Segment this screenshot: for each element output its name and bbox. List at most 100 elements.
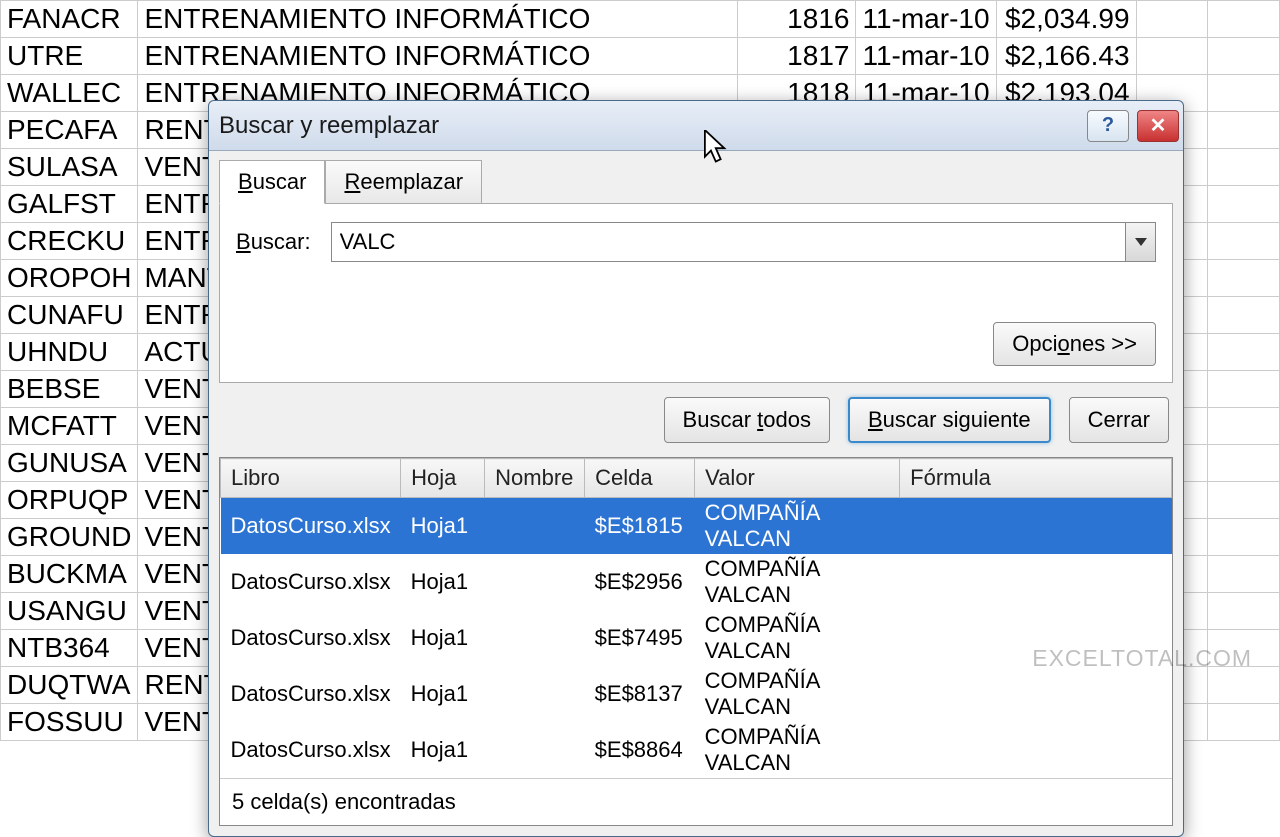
sheet-cell[interactable]: 1817	[738, 38, 856, 75]
col-sheet[interactable]: Hoja	[401, 459, 485, 498]
results-row[interactable]: DatosCurso.xlsxHoja1$E$8864COMPAÑÍA VALC…	[221, 722, 1172, 778]
results-cell: DatosCurso.xlsx	[221, 722, 401, 778]
sheet-cell[interactable]	[1208, 408, 1280, 445]
sheet-cell[interactable]	[1208, 371, 1280, 408]
results-cell: Hoja1	[401, 554, 485, 610]
results-cell: COMPAÑÍA VALCAN	[695, 498, 900, 555]
sheet-cell[interactable]: BEBSE	[1, 371, 138, 408]
results-cell: COMPAÑÍA VALCAN	[695, 666, 900, 722]
sheet-cell[interactable]: $2,166.43	[996, 38, 1136, 75]
search-label: Buscar:	[236, 229, 311, 255]
sheet-cell[interactable]	[1208, 297, 1280, 334]
sheet-cell[interactable]	[1136, 38, 1208, 75]
sheet-cell[interactable]	[1208, 1, 1280, 38]
sheet-cell[interactable]	[1208, 75, 1280, 112]
results-cell: $E$8864	[585, 722, 695, 778]
sheet-row[interactable]: UTREENTRENAMIENTO INFORMÁTICO181711-mar-…	[1, 38, 1280, 75]
sheet-cell[interactable]: GUNUSA	[1, 445, 138, 482]
sheet-cell[interactable]	[1208, 556, 1280, 593]
results-status: 5 celda(s) encontradas	[220, 778, 1172, 825]
sheet-cell[interactable]: FOSSUU	[1, 704, 138, 741]
close-button[interactable]: Cerrar	[1069, 397, 1169, 443]
sheet-cell[interactable]: ORPUQP	[1, 482, 138, 519]
sheet-cell[interactable]: NTB364	[1, 630, 138, 667]
results-cell	[485, 666, 585, 722]
tabs: Buscar Reemplazar	[219, 159, 1173, 203]
chevron-down-icon	[1135, 233, 1147, 251]
sheet-cell[interactable]	[1208, 704, 1280, 741]
results-cell: Hoja1	[401, 722, 485, 778]
sheet-cell[interactable]	[1208, 38, 1280, 75]
sheet-cell[interactable]	[1208, 667, 1280, 704]
sheet-cell[interactable]: 11-mar-10	[856, 38, 996, 75]
results-cell	[900, 666, 1172, 722]
col-cell[interactable]: Celda	[585, 459, 695, 498]
sheet-cell[interactable]: WALLEC	[1, 75, 138, 112]
close-window-button[interactable]: ✕	[1137, 110, 1179, 142]
sheet-cell[interactable]: CRECKU	[1, 223, 138, 260]
sheet-cell[interactable]: USANGU	[1, 593, 138, 630]
sheet-cell[interactable]: 11-mar-10	[856, 1, 996, 38]
results-cell: DatosCurso.xlsx	[221, 498, 401, 555]
results-row[interactable]: DatosCurso.xlsxHoja1$E$7495COMPAÑÍA VALC…	[221, 610, 1172, 666]
dialog-button-row: Buscar todos Buscar siguiente Cerrar	[219, 383, 1173, 457]
sheet-cell[interactable]	[1208, 519, 1280, 556]
sheet-cell[interactable]	[1208, 334, 1280, 371]
sheet-cell[interactable]: OROPOH	[1, 260, 138, 297]
sheet-cell[interactable]	[1208, 593, 1280, 630]
sheet-cell[interactable]: ENTRENAMIENTO INFORMÁTICO	[138, 1, 738, 38]
sheet-cell[interactable]: FANACR	[1, 1, 138, 38]
dialog-titlebar[interactable]: Buscar y reemplazar ? ✕	[209, 101, 1183, 151]
results-cell: DatosCurso.xlsx	[221, 666, 401, 722]
sheet-cell[interactable]: MCFATT	[1, 408, 138, 445]
tab-replace[interactable]: Reemplazar	[325, 160, 482, 204]
col-name[interactable]: Nombre	[485, 459, 585, 498]
sheet-cell[interactable]: UTRE	[1, 38, 138, 75]
results-cell: COMPAÑÍA VALCAN	[695, 554, 900, 610]
sheet-cell[interactable]: BUCKMA	[1, 556, 138, 593]
sheet-cell[interactable]: PECAFA	[1, 112, 138, 149]
results-cell	[900, 498, 1172, 555]
find-next-button[interactable]: Buscar siguiente	[848, 397, 1051, 443]
col-formula[interactable]: Fórmula	[900, 459, 1172, 498]
sheet-cell[interactable]: GROUND	[1, 519, 138, 556]
sheet-cell[interactable]: DUQTWA	[1, 667, 138, 704]
results-cell: $E$8137	[585, 666, 695, 722]
sheet-cell[interactable]: GALFST	[1, 186, 138, 223]
sheet-cell[interactable]: SULASA	[1, 149, 138, 186]
find-panel: Buscar: Opciones >>	[219, 203, 1173, 383]
results-row[interactable]: DatosCurso.xlsxHoja1$E$8137COMPAÑÍA VALC…	[221, 666, 1172, 722]
sheet-cell[interactable]: UHNDU	[1, 334, 138, 371]
sheet-cell[interactable]: CUNAFU	[1, 297, 138, 334]
results-cell	[900, 722, 1172, 778]
sheet-cell[interactable]	[1208, 223, 1280, 260]
search-dropdown-button[interactable]	[1125, 223, 1155, 261]
results-cell	[485, 554, 585, 610]
sheet-cell[interactable]: $2,034.99	[996, 1, 1136, 38]
col-value[interactable]: Valor	[695, 459, 900, 498]
results-row[interactable]: DatosCurso.xlsxHoja1$E$1815COMPAÑÍA VALC…	[221, 498, 1172, 555]
results-row[interactable]: DatosCurso.xlsxHoja1$E$2956COMPAÑÍA VALC…	[221, 554, 1172, 610]
sheet-cell[interactable]	[1136, 1, 1208, 38]
results-cell	[900, 554, 1172, 610]
results-cell: DatosCurso.xlsx	[221, 610, 401, 666]
sheet-cell[interactable]	[1208, 260, 1280, 297]
help-icon: ?	[1102, 114, 1114, 137]
tab-find[interactable]: Buscar	[219, 160, 325, 204]
sheet-cell[interactable]	[1208, 445, 1280, 482]
sheet-row[interactable]: FANACRENTRENAMIENTO INFORMÁTICO181611-ma…	[1, 1, 1280, 38]
sheet-cell[interactable]	[1208, 149, 1280, 186]
help-button[interactable]: ?	[1087, 110, 1129, 142]
watermark: EXCELTOTAL.COM	[1032, 645, 1252, 672]
find-all-button[interactable]: Buscar todos	[664, 397, 830, 443]
results-cell	[485, 722, 585, 778]
search-input[interactable]	[332, 223, 1125, 261]
results-cell	[485, 498, 585, 555]
sheet-cell[interactable]	[1208, 112, 1280, 149]
sheet-cell[interactable]: 1816	[738, 1, 856, 38]
sheet-cell[interactable]	[1208, 482, 1280, 519]
sheet-cell[interactable]: ENTRENAMIENTO INFORMÁTICO	[138, 38, 738, 75]
col-book[interactable]: Libro	[221, 459, 401, 498]
sheet-cell[interactable]	[1208, 186, 1280, 223]
options-button[interactable]: Opciones >>	[993, 322, 1156, 366]
